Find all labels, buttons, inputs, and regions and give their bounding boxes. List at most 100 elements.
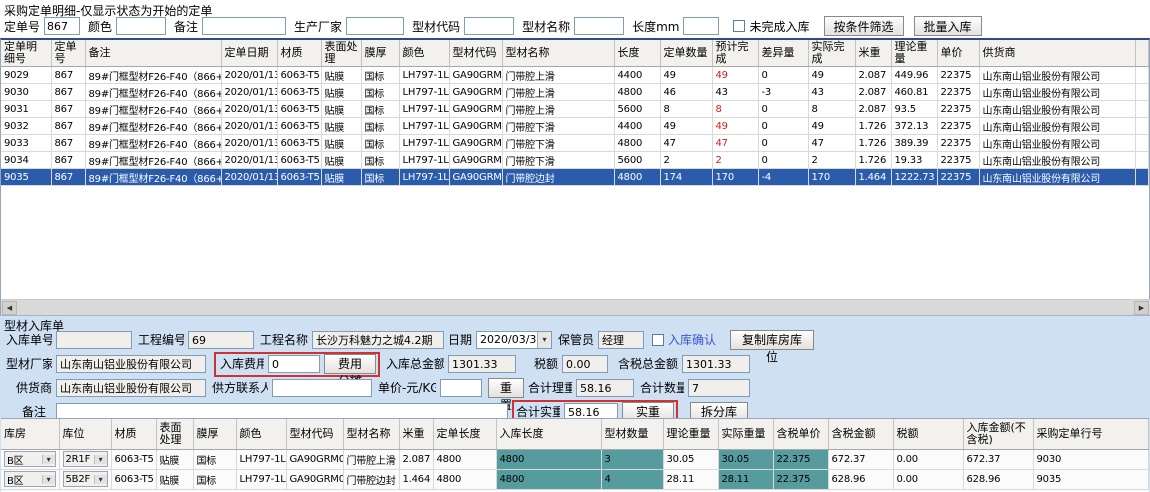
- cell[interactable]: 47: [660, 135, 712, 152]
- combo-cell[interactable]: B区▾: [1, 469, 59, 489]
- column-header[interactable]: 含税金额: [828, 419, 893, 449]
- column-header[interactable]: 实际重量: [718, 419, 773, 449]
- cell[interactable]: 867: [51, 101, 85, 118]
- table-row[interactable]: 903586789#门框型材F26-F40（866+867）2020/01/13…: [1, 169, 1148, 186]
- cell[interactable]: 门带腔下滑: [502, 135, 614, 152]
- dropdown-combo[interactable]: 2R1F▾: [63, 451, 108, 467]
- cell[interactable]: 2.087: [855, 101, 891, 118]
- column-header[interactable]: 型材代码: [286, 419, 343, 449]
- table-row[interactable]: 903286789#门框型材F26-F40（866+867）2020/01/13…: [1, 118, 1148, 135]
- cell[interactable]: LH797-1LL0: [236, 469, 286, 489]
- cell[interactable]: 9032: [1, 118, 51, 135]
- cell[interactable]: [1135, 152, 1148, 169]
- tax-input[interactable]: [562, 355, 608, 373]
- cell[interactable]: -3: [758, 84, 808, 101]
- cell[interactable]: 2020/01/13: [221, 169, 277, 186]
- cell[interactable]: 门带腔上滑: [502, 101, 614, 118]
- unfinished-inbound-checkbox[interactable]: [733, 20, 745, 32]
- column-header[interactable]: 库房: [1, 419, 59, 449]
- table-row[interactable]: 903186789#门框型材F26-F40（866+867）2020/01/13…: [1, 101, 1148, 118]
- column-header[interactable]: 定单明细号: [1, 40, 51, 67]
- column-header[interactable]: 预计完成: [712, 40, 758, 67]
- order-no-input[interactable]: [44, 17, 80, 35]
- cell[interactable]: 山东南山铝业股份有限公司: [979, 101, 1135, 118]
- cell[interactable]: 国标: [193, 469, 236, 489]
- cell[interactable]: LH797-1LL0: [399, 84, 449, 101]
- unit-price-input[interactable]: [440, 379, 482, 397]
- cell[interactable]: 1.726: [855, 135, 891, 152]
- filter-by-condition-button[interactable]: 按条件筛选: [824, 16, 904, 36]
- cell[interactable]: 贴膜: [156, 469, 193, 489]
- cell[interactable]: 47: [808, 135, 855, 152]
- chevron-down-icon[interactable]: ▾: [94, 455, 107, 464]
- cell[interactable]: 30.05: [663, 449, 718, 469]
- supplier-contact-input[interactable]: [272, 379, 372, 397]
- cell[interactable]: 门带腔下滑: [502, 152, 614, 169]
- table-row[interactable]: B区▾5B2F▾6063-T5贴膜国标LH797-1LL0GA90GRM05门带…: [1, 469, 1148, 489]
- cell[interactable]: 9035: [1, 169, 51, 186]
- cell[interactable]: [1135, 84, 1148, 101]
- cell[interactable]: LH797-1LL0: [399, 169, 449, 186]
- cell[interactable]: 6063-T5: [277, 152, 321, 169]
- calendar-dropdown-icon[interactable]: ▾: [537, 332, 551, 348]
- cell[interactable]: 49: [712, 118, 758, 135]
- cell[interactable]: 9030: [1, 84, 51, 101]
- cell[interactable]: 30.05: [718, 449, 773, 469]
- cell[interactable]: 国标: [361, 84, 399, 101]
- cell[interactable]: 4800: [496, 449, 601, 469]
- cell[interactable]: GA90GRM04: [449, 135, 502, 152]
- date-input[interactable]: 2020/03/31 ▾: [476, 331, 552, 349]
- cell[interactable]: 贴膜: [321, 118, 361, 135]
- inbound-confirm-checkbox[interactable]: [652, 334, 664, 346]
- cell[interactable]: 460.81: [891, 84, 937, 101]
- table-row[interactable]: 903486789#门框型材F26-F40（866+867）2020/01/13…: [1, 152, 1148, 169]
- cell[interactable]: 2.087: [399, 449, 433, 469]
- scroll-left-arrow-icon[interactable]: ◀: [2, 301, 17, 315]
- cell[interactable]: 4800: [614, 169, 660, 186]
- cell[interactable]: 2020/01/13: [221, 118, 277, 135]
- cell[interactable]: LH797-1LL0: [399, 67, 449, 84]
- cell[interactable]: 0: [758, 101, 808, 118]
- chevron-down-icon[interactable]: ▾: [94, 475, 107, 484]
- cell[interactable]: 867: [51, 67, 85, 84]
- cell[interactable]: 672.37: [828, 449, 893, 469]
- column-header[interactable]: 型材数量: [601, 419, 663, 449]
- cell[interactable]: 89#门框型材F26-F40（866+867）: [85, 169, 221, 186]
- column-header[interactable]: 型材代码: [449, 40, 502, 67]
- cell[interactable]: LH797-1LL0: [399, 101, 449, 118]
- cell[interactable]: 0.00: [893, 449, 963, 469]
- chevron-down-icon[interactable]: ▾: [42, 455, 55, 464]
- cell[interactable]: GA90GRM03: [449, 101, 502, 118]
- column-header[interactable]: 颜色: [236, 419, 286, 449]
- column-header[interactable]: 定单数量: [660, 40, 712, 67]
- cell[interactable]: 4800: [433, 469, 496, 489]
- cell[interactable]: 6063-T5: [277, 169, 321, 186]
- cell[interactable]: 449.96: [891, 67, 937, 84]
- supplier-input[interactable]: [56, 379, 206, 397]
- column-header[interactable]: 定单日期: [221, 40, 277, 67]
- cell[interactable]: 门带腔上滑: [502, 67, 614, 84]
- cell[interactable]: 89#门框型材F26-F40（866+867）: [85, 152, 221, 169]
- cell[interactable]: 672.37: [963, 449, 1033, 469]
- column-header[interactable]: 定单号: [51, 40, 85, 67]
- cell[interactable]: 6063-T5: [111, 449, 156, 469]
- dropdown-combo[interactable]: B区▾: [4, 451, 56, 467]
- cell[interactable]: 2.087: [855, 84, 891, 101]
- horizontal-scrollbar[interactable]: ◀ ▶: [1, 299, 1150, 315]
- dropdown-combo[interactable]: 5B2F▾: [63, 471, 108, 487]
- cell[interactable]: 2020/01/13: [221, 152, 277, 169]
- cell[interactable]: 5600: [614, 152, 660, 169]
- cell[interactable]: 46: [660, 84, 712, 101]
- column-header[interactable]: 膜厚: [193, 419, 236, 449]
- cell[interactable]: 49: [808, 118, 855, 135]
- cell[interactable]: 8: [660, 101, 712, 118]
- cell[interactable]: 389.39: [891, 135, 937, 152]
- column-header[interactable]: 供货商: [979, 40, 1135, 67]
- cell[interactable]: 山东南山铝业股份有限公司: [979, 118, 1135, 135]
- inbound-fee-input[interactable]: [268, 355, 320, 373]
- cell[interactable]: LH797-1LL0: [399, 118, 449, 135]
- cell[interactable]: 9035: [1033, 469, 1148, 489]
- column-header[interactable]: 含税单价: [773, 419, 828, 449]
- cell[interactable]: 门带腔上滑: [343, 449, 399, 469]
- cell[interactable]: 贴膜: [321, 135, 361, 152]
